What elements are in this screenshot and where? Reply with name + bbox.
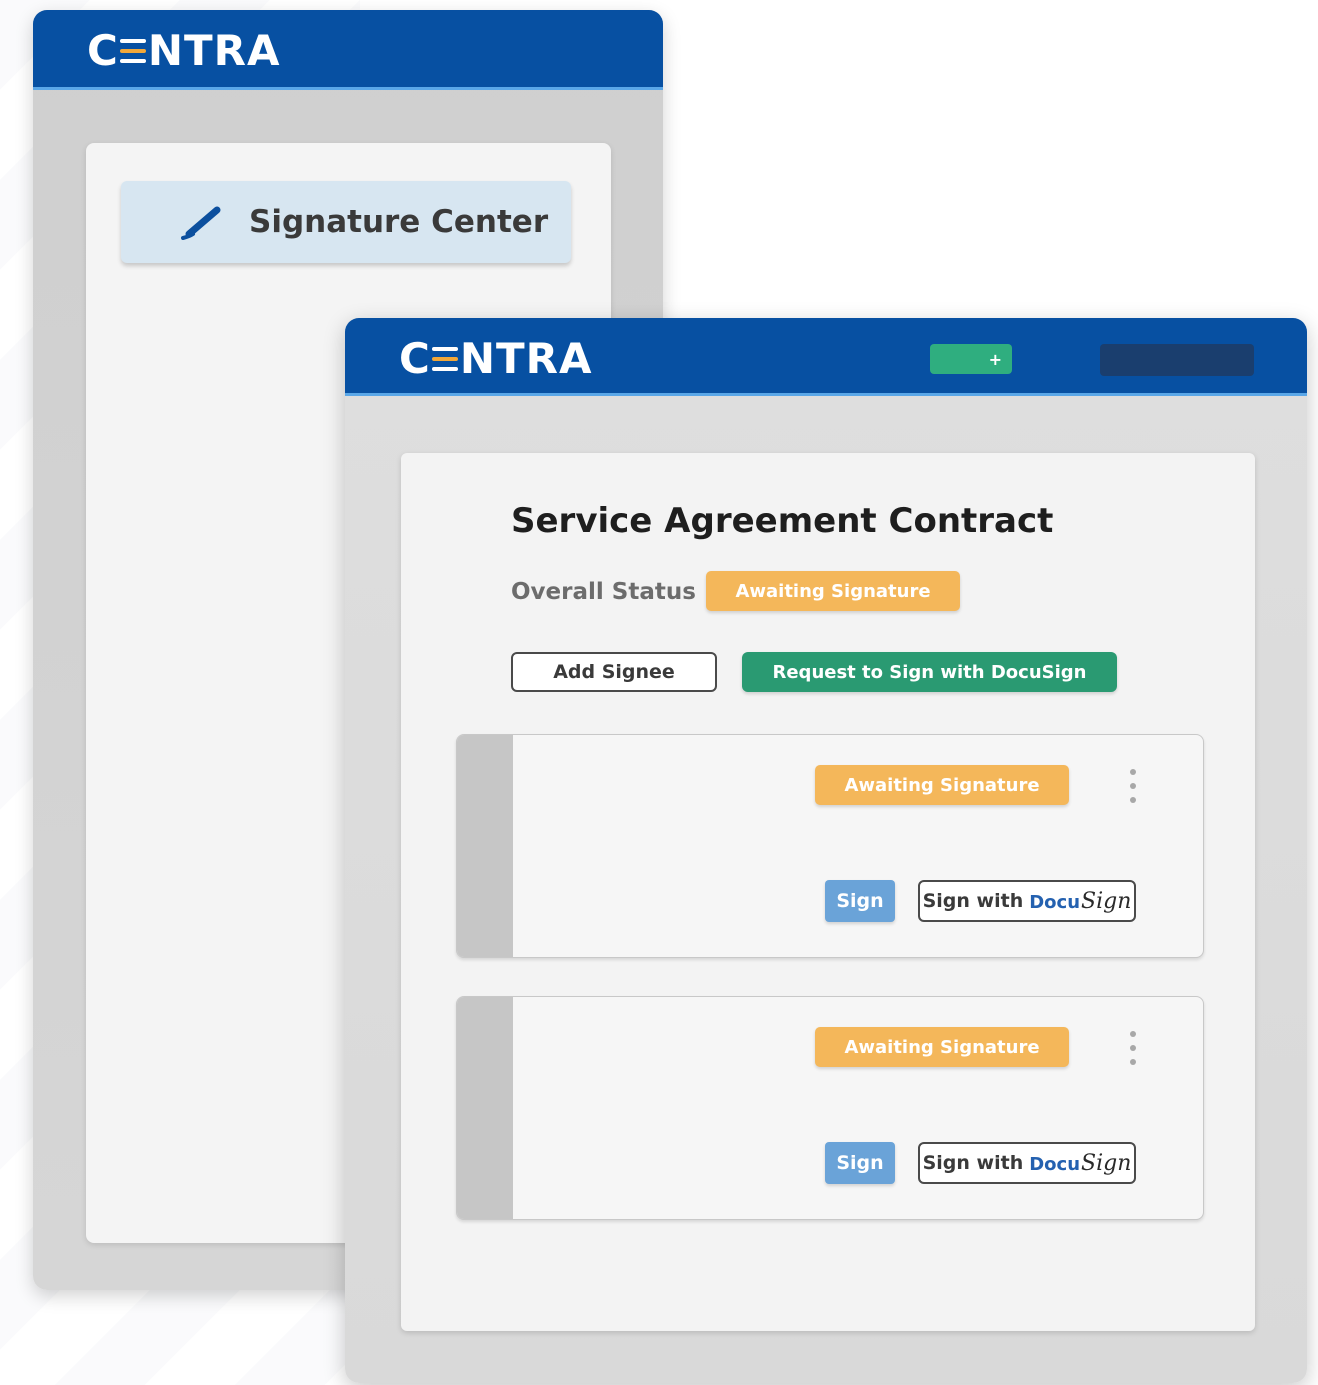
docusign-sign-text: Sign [1081,1150,1132,1176]
request-docusign-button[interactable]: Request to Sign with DocuSign [742,652,1117,692]
sign-button[interactable]: Sign [825,880,895,922]
pen-icon [181,204,225,240]
centra-logo: C NTRA [399,334,592,383]
docusign-logo: Docu Sign [1029,1151,1131,1176]
nav-item-label: Signature Center [249,204,549,240]
docusign-logo: Docu Sign [1029,889,1131,914]
front-window-header: C NTRA + [345,318,1307,396]
document-title: Service Agreement Contract [511,501,1054,541]
overall-status-label: Overall Status [511,579,696,605]
nav-item-signature-center[interactable]: Signature Center [121,181,571,263]
signee-card: Awaiting Signature Sign Sign with Docu Si… [456,734,1204,958]
back-window-header: C NTRA [33,10,663,90]
signee-card: Awaiting Signature Sign Sign with Docu Si… [456,996,1204,1220]
centra-logo: C NTRA [87,26,280,75]
front-window: C NTRA + Service Agreement Contract Over… [345,318,1307,1383]
sign-button[interactable]: Sign [825,1142,895,1184]
sign-with-label: Sign with [922,890,1024,912]
docusign-sign-text: Sign [1081,888,1132,914]
overall-status-badge: Awaiting Signature [706,571,960,611]
header-account-button[interactable] [1100,344,1254,376]
sign-with-label: Sign with [922,1152,1024,1174]
logo-prefix: C [399,334,431,383]
sign-with-docusign-button[interactable]: Sign with Docu Sign [918,1142,1136,1184]
docusign-docu-text: Docu [1029,1153,1081,1175]
signee-status-badge: Awaiting Signature [815,765,1069,805]
signee-avatar-placeholder [457,997,513,1219]
logo-prefix: C [87,26,119,75]
header-add-button[interactable]: + [930,344,1012,374]
add-signee-button[interactable]: Add Signee [511,652,717,692]
more-options-icon[interactable] [1123,769,1143,803]
sign-with-docusign-button[interactable]: Sign with Docu Sign [918,880,1136,922]
signee-avatar-placeholder [457,735,513,957]
logo-e-mark-icon [431,346,458,372]
logo-suffix: NTRA [459,334,593,383]
logo-e-mark-icon [119,38,146,64]
document-panel: Service Agreement Contract Overall Statu… [401,453,1255,1331]
more-options-icon[interactable] [1123,1031,1143,1065]
logo-suffix: NTRA [147,26,281,75]
docusign-docu-text: Docu [1029,891,1081,913]
signee-status-badge: Awaiting Signature [815,1027,1069,1067]
